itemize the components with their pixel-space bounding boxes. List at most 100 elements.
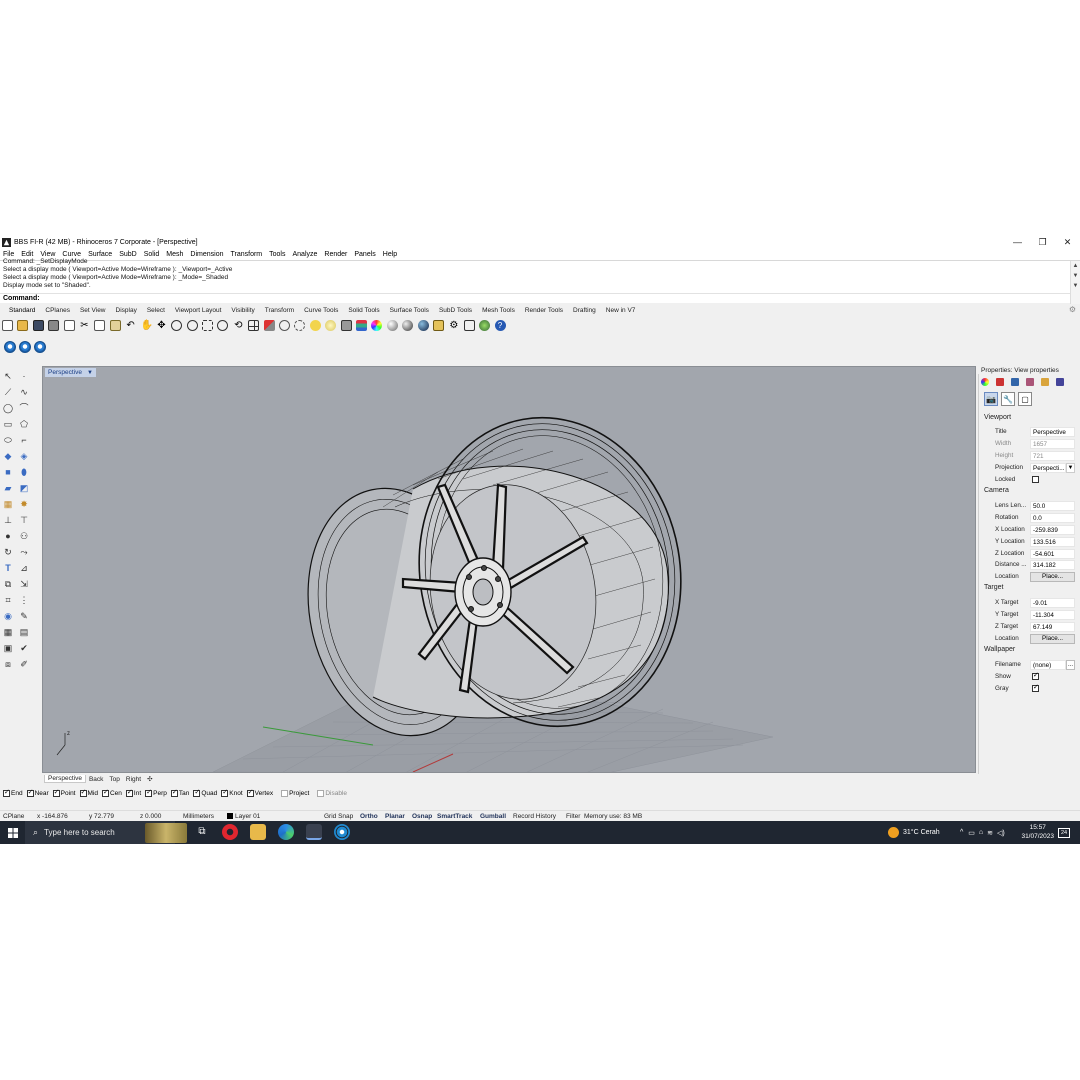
checkbox[interactable] — [26, 788, 34, 797]
viewport-tab-top[interactable]: Top — [106, 776, 122, 783]
view-tab-icon[interactable]: ▢ — [1018, 392, 1032, 406]
file-explorer-icon[interactable] — [250, 824, 266, 840]
show-checkbox[interactable] — [1032, 671, 1039, 680]
planar-toggle[interactable]: Planar — [385, 813, 405, 820]
wrench-tab-icon[interactable]: 🔧 — [1001, 392, 1015, 406]
menu-transform[interactable]: Transform — [231, 251, 263, 258]
shaded-icon[interactable] — [386, 319, 398, 331]
chevron-down-icon[interactable]: ▼ — [1066, 462, 1075, 473]
save-icon[interactable] — [32, 319, 44, 331]
zoom-window-icon[interactable] — [186, 319, 198, 331]
tab-mesh-tools[interactable]: Mesh Tools — [477, 307, 520, 314]
lock-icon[interactable] — [340, 319, 352, 331]
zoom-selected-icon[interactable] — [217, 319, 229, 331]
tab-curve-tools[interactable]: Curve Tools — [299, 307, 343, 314]
snap-icon[interactable] — [309, 319, 321, 331]
task-view-icon[interactable]: ⧉ — [194, 824, 210, 840]
surface-icon[interactable]: ◆ — [2, 450, 14, 462]
zoom-extents-icon[interactable] — [202, 319, 214, 331]
windows-start-icon[interactable] — [4, 821, 22, 844]
record-history-toggle[interactable]: Record History — [513, 813, 556, 820]
checkbox[interactable] — [221, 788, 229, 797]
ortho-toggle[interactable]: Ortho — [360, 813, 378, 820]
filter-toggle[interactable]: Filter — [566, 813, 580, 820]
gumball-toggle[interactable]: Gumball — [480, 813, 506, 820]
battery-icon[interactable]: ⌂ — [979, 829, 983, 836]
checkbox[interactable] — [170, 788, 178, 797]
grid-snap-toggle[interactable]: Grid Snap — [324, 813, 353, 820]
menu-help[interactable]: Help — [383, 251, 397, 258]
undo-icon[interactable]: ↶ — [125, 320, 136, 331]
dimension-icon[interactable]: ⊿ — [18, 562, 30, 574]
menu-panels[interactable]: Panels — [354, 251, 375, 258]
menu-dimension[interactable]: Dimension — [190, 251, 223, 258]
help-panel-icon[interactable] — [1026, 378, 1034, 386]
zoom-icon[interactable] — [171, 319, 183, 331]
render-icon[interactable] — [417, 319, 429, 331]
light-icon[interactable] — [325, 319, 337, 331]
display-panel-icon[interactable] — [1011, 378, 1019, 386]
osnap-point[interactable]: Point — [52, 788, 76, 797]
checkbox[interactable] — [79, 788, 87, 797]
layer-indicator[interactable]: Layer 01 — [227, 813, 260, 820]
transform-icon[interactable]: ⧉ — [2, 578, 14, 590]
z-target-field[interactable]: 67.149 — [1030, 621, 1075, 632]
checkbox[interactable] — [317, 789, 325, 797]
edge-icon[interactable] — [278, 824, 294, 840]
arc-icon[interactable]: ⌒ — [18, 402, 30, 414]
tab-visibility[interactable]: Visibility — [226, 307, 259, 314]
loft-icon[interactable]: ◈ — [18, 450, 30, 462]
print-icon[interactable] — [48, 319, 60, 331]
menu-render[interactable]: Render — [324, 251, 347, 258]
projection-select[interactable]: Perspecti... — [1030, 462, 1066, 473]
osnap-disable[interactable]: Disable — [317, 789, 347, 797]
layer-icon[interactable] — [355, 319, 367, 331]
perspective-viewport[interactable]: z Perspective ▼ — [42, 366, 976, 773]
layout-tools-icon[interactable]: ▤ — [18, 626, 30, 638]
rectangle-icon[interactable]: ▭ — [2, 418, 14, 430]
osnap-perp[interactable]: Perp — [145, 788, 167, 797]
circle-icon[interactable]: ◯ — [2, 402, 14, 414]
restore-button[interactable]: ❐ — [1030, 235, 1055, 249]
point-icon[interactable]: · — [18, 370, 30, 382]
osnap-project[interactable]: Project — [281, 789, 309, 797]
lens-length-field[interactable]: 50.0 — [1030, 500, 1075, 511]
properties-panel-icon[interactable] — [981, 378, 989, 386]
named-views-panel-icon[interactable] — [1056, 378, 1064, 386]
menu-edit[interactable]: Edit — [21, 251, 33, 258]
tab-transform[interactable]: Transform — [260, 307, 299, 314]
layers-panel-icon[interactable] — [996, 378, 1004, 386]
checkbox[interactable] — [246, 788, 254, 797]
cylinder-icon[interactable]: ⬮ — [18, 466, 30, 478]
network-icon[interactable]: ▭ — [968, 829, 975, 837]
boolean-icon[interactable]: ◩ — [18, 482, 30, 494]
osnap-toggle[interactable]: Osnap — [412, 813, 432, 820]
viewport-tab-back[interactable]: Back — [86, 776, 106, 783]
drafting-icon[interactable]: ✎ — [18, 610, 30, 622]
command-scrollbar[interactable]: ▲ ▼ ▼ — [1070, 261, 1080, 304]
locked-checkbox[interactable] — [1032, 476, 1039, 483]
add-viewport-icon[interactable]: ✣ — [144, 775, 155, 783]
mesh-icon[interactable]: ▦ — [2, 498, 14, 510]
render-tools-icon[interactable]: ◉ — [2, 610, 14, 622]
checkbox[interactable] — [101, 788, 109, 797]
tab-cplanes[interactable]: CPlanes — [40, 307, 75, 314]
gear-icon[interactable]: ⚙ — [1069, 305, 1076, 314]
wifi-icon[interactable]: ≋ — [987, 829, 993, 837]
select-all-icon[interactable] — [263, 319, 275, 331]
explode-icon[interactable]: ✸ — [18, 498, 30, 510]
osnap-vertex[interactable]: Vertex — [246, 788, 273, 797]
panel-divider[interactable] — [978, 374, 979, 774]
title-field[interactable]: Perspective — [1030, 426, 1075, 437]
osnap-knot[interactable]: Knot — [221, 788, 243, 797]
camera-place-button[interactable]: Place... — [1030, 571, 1075, 582]
osnap-near[interactable]: Near — [26, 788, 49, 797]
import-icon[interactable] — [63, 319, 75, 331]
viewport-tab-perspective[interactable]: Perspective — [44, 775, 86, 783]
menu-tools[interactable]: Tools — [269, 251, 285, 258]
nesting-icon[interactable]: ⧈ — [2, 658, 14, 670]
ellipse-icon[interactable]: ⬭ — [2, 434, 14, 446]
split-icon[interactable]: ⊥ — [2, 514, 14, 526]
tab-render-tools[interactable]: Render Tools — [520, 307, 568, 314]
extrude-icon[interactable]: ▰ — [2, 482, 14, 494]
